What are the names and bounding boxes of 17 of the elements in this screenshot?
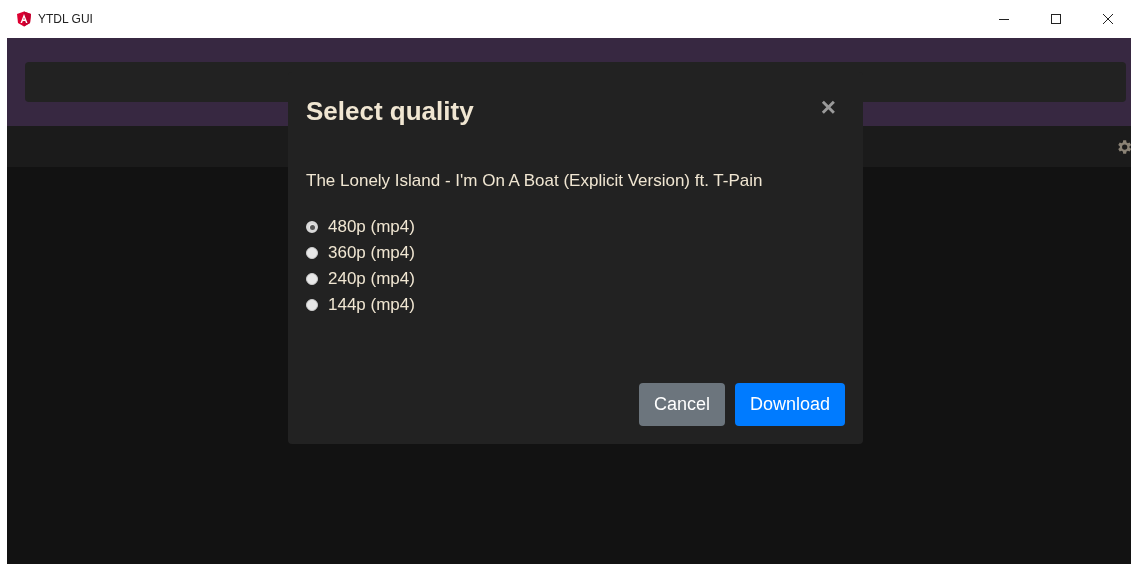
option-label: 360p (mp4) [328,243,415,263]
radio-button[interactable] [306,247,318,259]
download-button[interactable]: Download [734,383,845,426]
radio-button[interactable] [306,221,318,233]
app-logo-icon [16,11,32,27]
option-label: 144p (mp4) [328,295,415,315]
cancel-button[interactable]: Cancel [638,383,725,426]
window-title: YTDL GUI [38,12,94,26]
dialog-title: Select quality [306,96,474,127]
radio-button[interactable] [306,299,318,311]
close-button[interactable]: × [820,96,845,118]
option-label: 480p (mp4) [328,217,415,237]
maximize-icon [1050,13,1062,25]
radio-button[interactable] [306,273,318,285]
option-label: 240p (mp4) [328,269,415,289]
video-title: The Lonely Island - I'm On A Boat (Explicit Version) ft. T-Pain [306,171,764,191]
close-icon [1102,13,1114,25]
